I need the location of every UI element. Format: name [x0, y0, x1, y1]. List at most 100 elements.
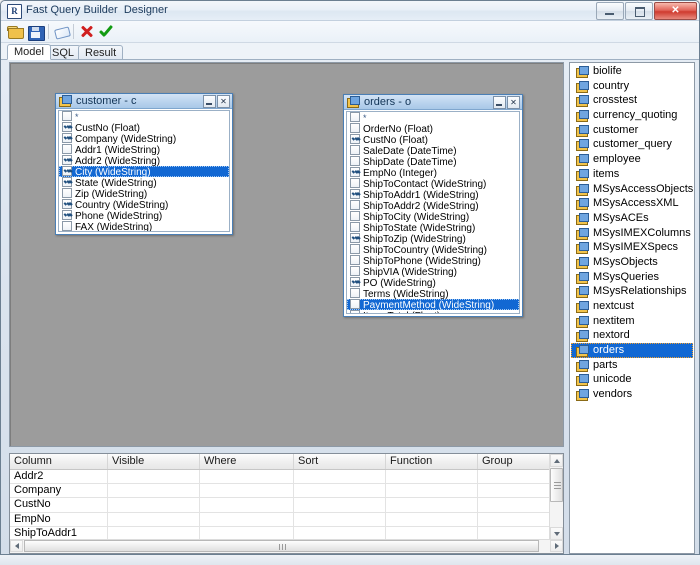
field-checkbox[interactable]	[350, 167, 360, 177]
field-row[interactable]: ShipToState (WideString)	[347, 222, 519, 233]
folder-open-icon[interactable]	[7, 23, 25, 40]
grid-cell-visible[interactable]	[108, 484, 200, 497]
grid-row[interactable]: ShipToAddr1	[10, 527, 549, 540]
field-row[interactable]: Zip (WideString)	[59, 188, 229, 199]
field-row[interactable]: PO (WideString)	[347, 277, 519, 288]
grid-vertical-scrollbar[interactable]	[549, 454, 563, 540]
field-row[interactable]: ShipDate (DateTime)	[347, 156, 519, 167]
field-row[interactable]: OrderNo (Float)	[347, 123, 519, 134]
grid-cell-column[interactable]: Addr2	[10, 470, 108, 483]
grid-cell-where[interactable]	[200, 498, 294, 511]
table-list-item[interactable]: country	[571, 79, 693, 94]
tab-result[interactable]: Result	[78, 45, 123, 60]
table-list-item[interactable]: MSysIMEXSpecs	[571, 240, 693, 255]
minimize-button[interactable]	[596, 2, 624, 20]
grid-cell-where[interactable]	[200, 470, 294, 483]
field-row[interactable]: PaymentMethod (WideString)	[347, 299, 519, 310]
field-row[interactable]: FAX (WideString)	[59, 221, 229, 232]
table-list-item[interactable]: MSysIMEXColumns	[571, 226, 693, 241]
grid-cell-where[interactable]	[200, 527, 294, 540]
field-checkbox[interactable]	[350, 211, 360, 221]
grid-cell-function[interactable]	[386, 527, 478, 540]
grid-cell-sort[interactable]	[294, 470, 386, 483]
scroll-right-button[interactable]	[550, 540, 563, 552]
grid-column-header[interactable]: Function	[386, 454, 478, 469]
grid-cell-group[interactable]	[478, 470, 549, 483]
grid-cell-group[interactable]	[478, 484, 549, 497]
field-checkbox[interactable]	[350, 112, 360, 122]
table-list-item[interactable]: orders	[571, 343, 693, 358]
table-window-customer[interactable]: customer - c✕*CustNo (Float)Company (Wid…	[55, 93, 233, 235]
field-row[interactable]: CustNo (Float)	[347, 134, 519, 145]
eraser-icon[interactable]	[53, 23, 71, 40]
grid-cell-function[interactable]	[386, 498, 478, 511]
canvas-surface[interactable]: customer - c✕*CustNo (Float)Company (Wid…	[10, 63, 563, 446]
grid-cell-group[interactable]	[478, 513, 549, 526]
grid-row[interactable]: Company	[10, 484, 549, 498]
field-checkbox[interactable]	[62, 199, 72, 209]
field-row[interactable]: Terms (WideString)	[347, 288, 519, 299]
grid-cell-where[interactable]	[200, 484, 294, 497]
field-row[interactable]: Addr2 (WideString)	[59, 155, 229, 166]
grid-column-header[interactable]: Where	[200, 454, 294, 469]
table-list-item[interactable]: MSysQueries	[571, 270, 693, 285]
field-checkbox[interactable]	[350, 233, 360, 243]
grid-cell-column[interactable]: CustNo	[10, 498, 108, 511]
field-checkbox[interactable]	[350, 200, 360, 210]
field-row[interactable]: Addr1 (WideString)	[59, 144, 229, 155]
field-checkbox[interactable]	[62, 177, 72, 187]
field-list[interactable]: *OrderNo (Float)CustNo (Float)SaleDate (…	[346, 111, 520, 314]
grid-cell-column[interactable]: ShipToAddr1	[10, 527, 108, 540]
field-checkbox[interactable]	[62, 155, 72, 165]
table-list-item[interactable]: items	[571, 167, 693, 182]
table-minimize-button[interactable]	[203, 95, 216, 108]
table-list-item[interactable]: nextitem	[571, 314, 693, 329]
table-window-orders[interactable]: orders - o✕*OrderNo (Float)CustNo (Float…	[343, 94, 523, 317]
grid-column-header[interactable]: Sort	[294, 454, 386, 469]
field-row[interactable]: Phone (WideString)	[59, 210, 229, 221]
grid-row[interactable]: Addr2	[10, 470, 549, 484]
field-checkbox[interactable]	[62, 144, 72, 154]
field-row[interactable]: SaleDate (DateTime)	[347, 145, 519, 156]
table-window-caption[interactable]: customer - c✕	[56, 94, 232, 109]
table-list-item[interactable]: vendors	[571, 387, 693, 402]
field-row[interactable]: ShipToContact (WideString)	[347, 178, 519, 189]
horizontal-scroll-thumb[interactable]	[24, 540, 539, 552]
field-row[interactable]: *	[59, 111, 229, 122]
field-checkbox[interactable]	[62, 188, 72, 198]
grid-cell-column[interactable]: Company	[10, 484, 108, 497]
grid-horizontal-scrollbar[interactable]	[10, 539, 563, 553]
table-list-item[interactable]: unicode	[571, 372, 693, 387]
field-row[interactable]: ShipToAddr2 (WideString)	[347, 200, 519, 211]
tab-model[interactable]: Model	[7, 44, 51, 60]
field-row[interactable]: State (WideString)	[59, 177, 229, 188]
grid-cell-where[interactable]	[200, 513, 294, 526]
grid-cell-function[interactable]	[386, 513, 478, 526]
grid-body[interactable]: Addr2CompanyCustNoEmpNoShipToAddr1ShipTo…	[10, 470, 549, 540]
field-checkbox[interactable]	[350, 189, 360, 199]
field-checkbox[interactable]	[350, 123, 360, 133]
table-window-caption[interactable]: orders - o✕	[344, 95, 522, 110]
field-row[interactable]: ShipToCountry (WideString)	[347, 244, 519, 255]
field-checkbox[interactable]	[350, 222, 360, 232]
table-list[interactable]: biolifecountrycrosstestcurrency_quotingc…	[571, 64, 693, 552]
table-minimize-button[interactable]	[493, 96, 506, 109]
table-close-button[interactable]: ✕	[507, 96, 520, 109]
grid-cell-group[interactable]	[478, 498, 549, 511]
field-row[interactable]: ShipToCity (WideString)	[347, 211, 519, 222]
field-checkbox[interactable]	[62, 111, 72, 121]
field-row[interactable]: ShipToPhone (WideString)	[347, 255, 519, 266]
grid-cell-function[interactable]	[386, 484, 478, 497]
grid-cell-sort[interactable]	[294, 513, 386, 526]
scroll-up-button[interactable]	[550, 454, 563, 467]
field-row[interactable]: *	[347, 112, 519, 123]
save-icon[interactable]	[27, 23, 45, 40]
table-list-item[interactable]: MSysAccessObjects	[571, 182, 693, 197]
field-checkbox[interactable]	[350, 299, 360, 309]
grid-cell-column[interactable]: EmpNo	[10, 513, 108, 526]
field-checkbox[interactable]	[350, 277, 360, 287]
table-list-item[interactable]: MSysRelationships	[571, 284, 693, 299]
field-row[interactable]: EmpNo (Integer)	[347, 167, 519, 178]
grid-column-header[interactable]: Group	[478, 454, 551, 469]
table-list-item[interactable]: biolife	[571, 64, 693, 79]
